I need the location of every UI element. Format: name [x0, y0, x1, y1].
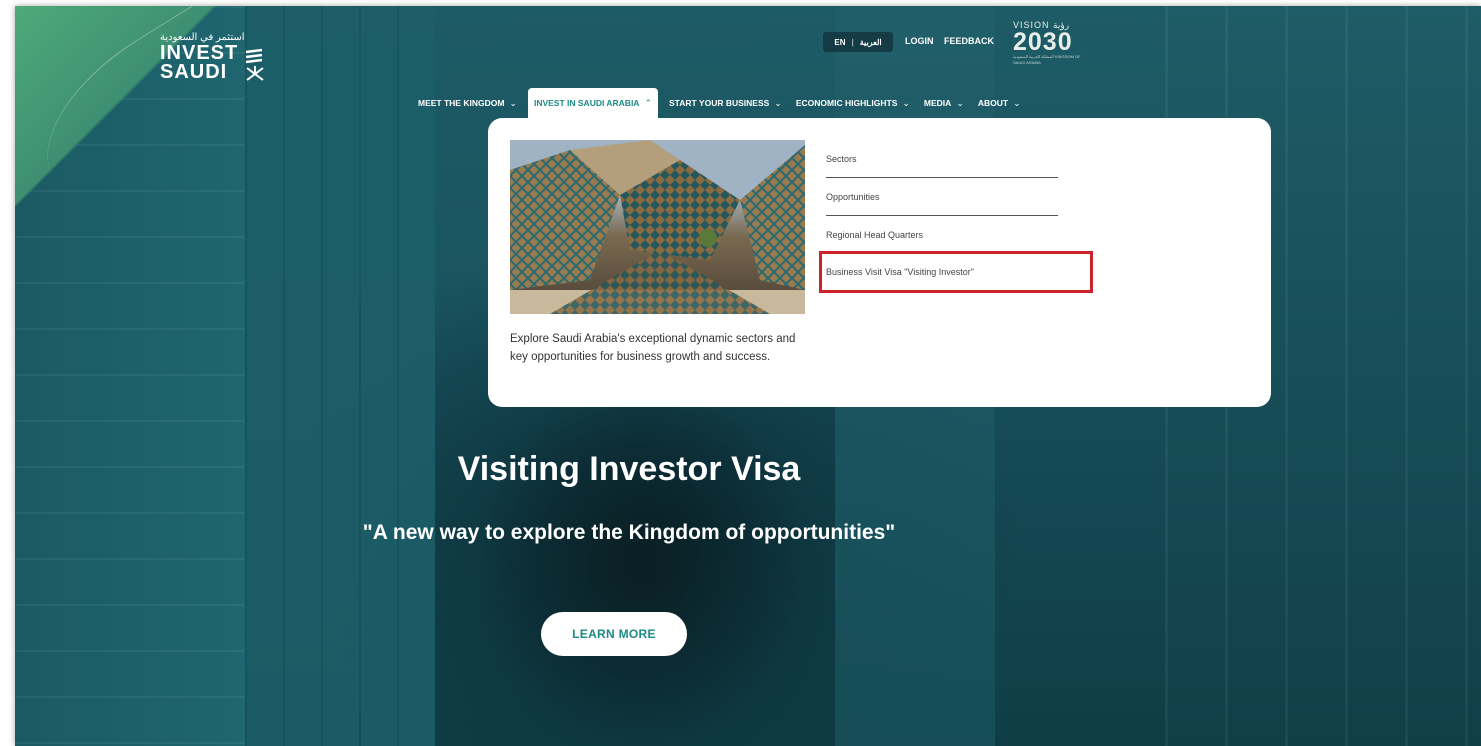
- vision-subtitle: المملكة العربية السعودية KINGDOM OF SAUD…: [1013, 54, 1081, 65]
- language-switcher[interactable]: EN | العربية: [823, 32, 893, 52]
- nav-label: INVEST IN SAUDI ARABIA: [533, 98, 640, 108]
- nav-meet-the-kingdom[interactable]: MEET THE KINGDOM ⌄: [411, 88, 524, 118]
- vision-2030-logo: VISION رؤية 2030 المملكة العربية السعودي…: [1013, 20, 1093, 66]
- nav-invest-in-saudi-arabia[interactable]: INVEST IN SAUDI ARABIA ⌃: [527, 88, 658, 118]
- feedback-link[interactable]: FEEDBACK: [944, 36, 994, 46]
- nav-media[interactable]: MEDIA ⌄: [917, 88, 971, 118]
- lang-ar[interactable]: العربية: [860, 38, 882, 47]
- chevron-down-icon: ⌄: [956, 97, 964, 108]
- nav-label: ABOUT: [977, 98, 1009, 108]
- invest-saudi-mark-icon: [244, 48, 266, 85]
- hero-subtitle: "A new way to explore the Kingdom of opp…: [362, 521, 896, 544]
- nav-about[interactable]: ABOUT ⌄: [971, 88, 1028, 118]
- main-navigation: MEET THE KINGDOM ⌄ INVEST IN SAUDI ARABI…: [411, 88, 1028, 118]
- invest-dropdown-panel: Explore Saudi Arabia's exceptional dynam…: [488, 118, 1271, 407]
- lang-divider: |: [851, 37, 854, 47]
- nav-label: MEDIA: [923, 98, 952, 108]
- link-opportunities[interactable]: Opportunities: [826, 178, 1058, 216]
- lang-en[interactable]: EN: [834, 38, 845, 47]
- link-regional-head-quarters[interactable]: Regional Head Quarters: [826, 216, 1058, 253]
- nav-label: ECONOMIC HIGHLIGHTS: [795, 98, 898, 108]
- invest-saudi-logo[interactable]: استثمر في السعودية INVEST SAUDI: [160, 32, 280, 82]
- chevron-up-icon: ⌃: [644, 97, 652, 108]
- chevron-down-icon: ⌄: [509, 97, 517, 108]
- chevron-down-icon: ⌄: [774, 97, 782, 108]
- chevron-down-icon: ⌄: [902, 97, 910, 108]
- nav-label: MEET THE KINGDOM: [418, 98, 505, 108]
- chevron-down-icon: ⌄: [1013, 97, 1021, 108]
- nav-label: START YOUR BUSINESS: [669, 98, 770, 108]
- login-link[interactable]: LOGIN: [905, 36, 934, 46]
- building-photo: [510, 140, 805, 314]
- learn-more-button[interactable]: LEARN MORE: [541, 612, 687, 656]
- link-sectors[interactable]: Sectors: [826, 140, 1058, 178]
- hero-title: Visiting Investor Visa: [457, 450, 801, 488]
- nav-start-your-business[interactable]: START YOUR BUSINESS ⌄: [662, 88, 789, 118]
- highlight-box: [819, 251, 1093, 293]
- vision-year: 2030: [1013, 28, 1073, 56]
- nav-economic-highlights[interactable]: ECONOMIC HIGHLIGHTS ⌄: [789, 88, 917, 118]
- dropdown-description: Explore Saudi Arabia's exceptional dynam…: [510, 333, 796, 363]
- hero-section: استثمر في السعودية INVEST SAUDI EN | الع…: [15, 6, 1481, 746]
